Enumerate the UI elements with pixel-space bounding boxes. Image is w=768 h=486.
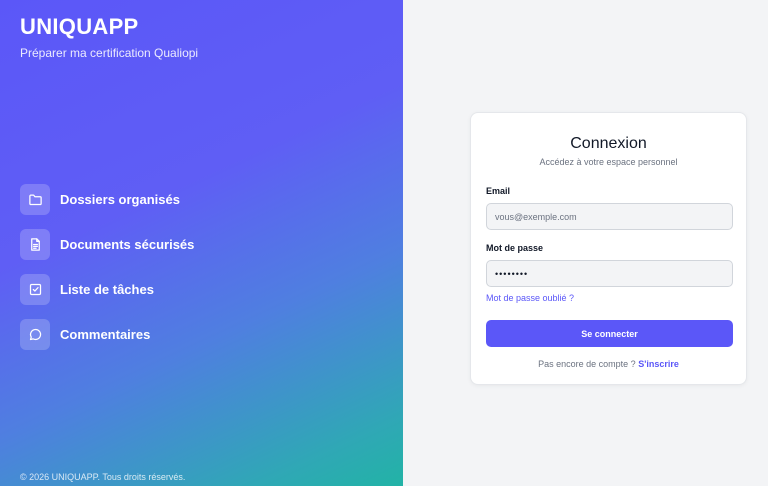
login-button[interactable]: Se connecter [486,320,733,347]
login-title: Connexion [570,135,647,152]
app-tagline: Préparer ma certification Qualiopi [20,46,199,60]
feature-label: Documents sécurisés [60,237,195,252]
email-field[interactable] [486,203,733,230]
login-card: Connexion Accédez à votre espace personn… [470,112,747,385]
login-subtitle: Accédez à votre espace personnel [539,157,678,167]
app-logo-text: UNIQUAPP [20,14,139,39]
signup-prompt: Pas encore de compte ? [538,359,636,369]
feature-item-comments: Commentaires [20,319,194,350]
email-label: Email [486,186,511,196]
document-icon [20,229,50,260]
feature-list: Dossiers organisés Documents sécurisés L… [20,184,194,364]
comment-icon [20,319,50,350]
folder-icon [20,184,50,215]
feature-label: Liste de tâches [60,282,154,297]
forgot-password-link[interactable]: Mot de passe oublié ? [486,293,574,303]
feature-item-documents: Documents sécurisés [20,229,194,260]
password-field[interactable] [486,260,733,287]
signup-link[interactable]: S'inscrire [638,359,679,369]
checkbox-icon [20,274,50,305]
feature-item-tasks: Liste de tâches [20,274,194,305]
feature-item-folders: Dossiers organisés [20,184,194,215]
password-label: Mot de passe [486,243,544,253]
feature-label: Commentaires [60,327,151,342]
signup-row: Pas encore de compte ? S'inscrire [471,359,746,369]
copyright-footer: © 2026 UNIQUAPP. Tous droits réservés. [20,472,186,482]
brand-panel: UNIQUAPP Préparer ma certification Quali… [0,0,403,486]
feature-label: Dossiers organisés [60,192,180,207]
